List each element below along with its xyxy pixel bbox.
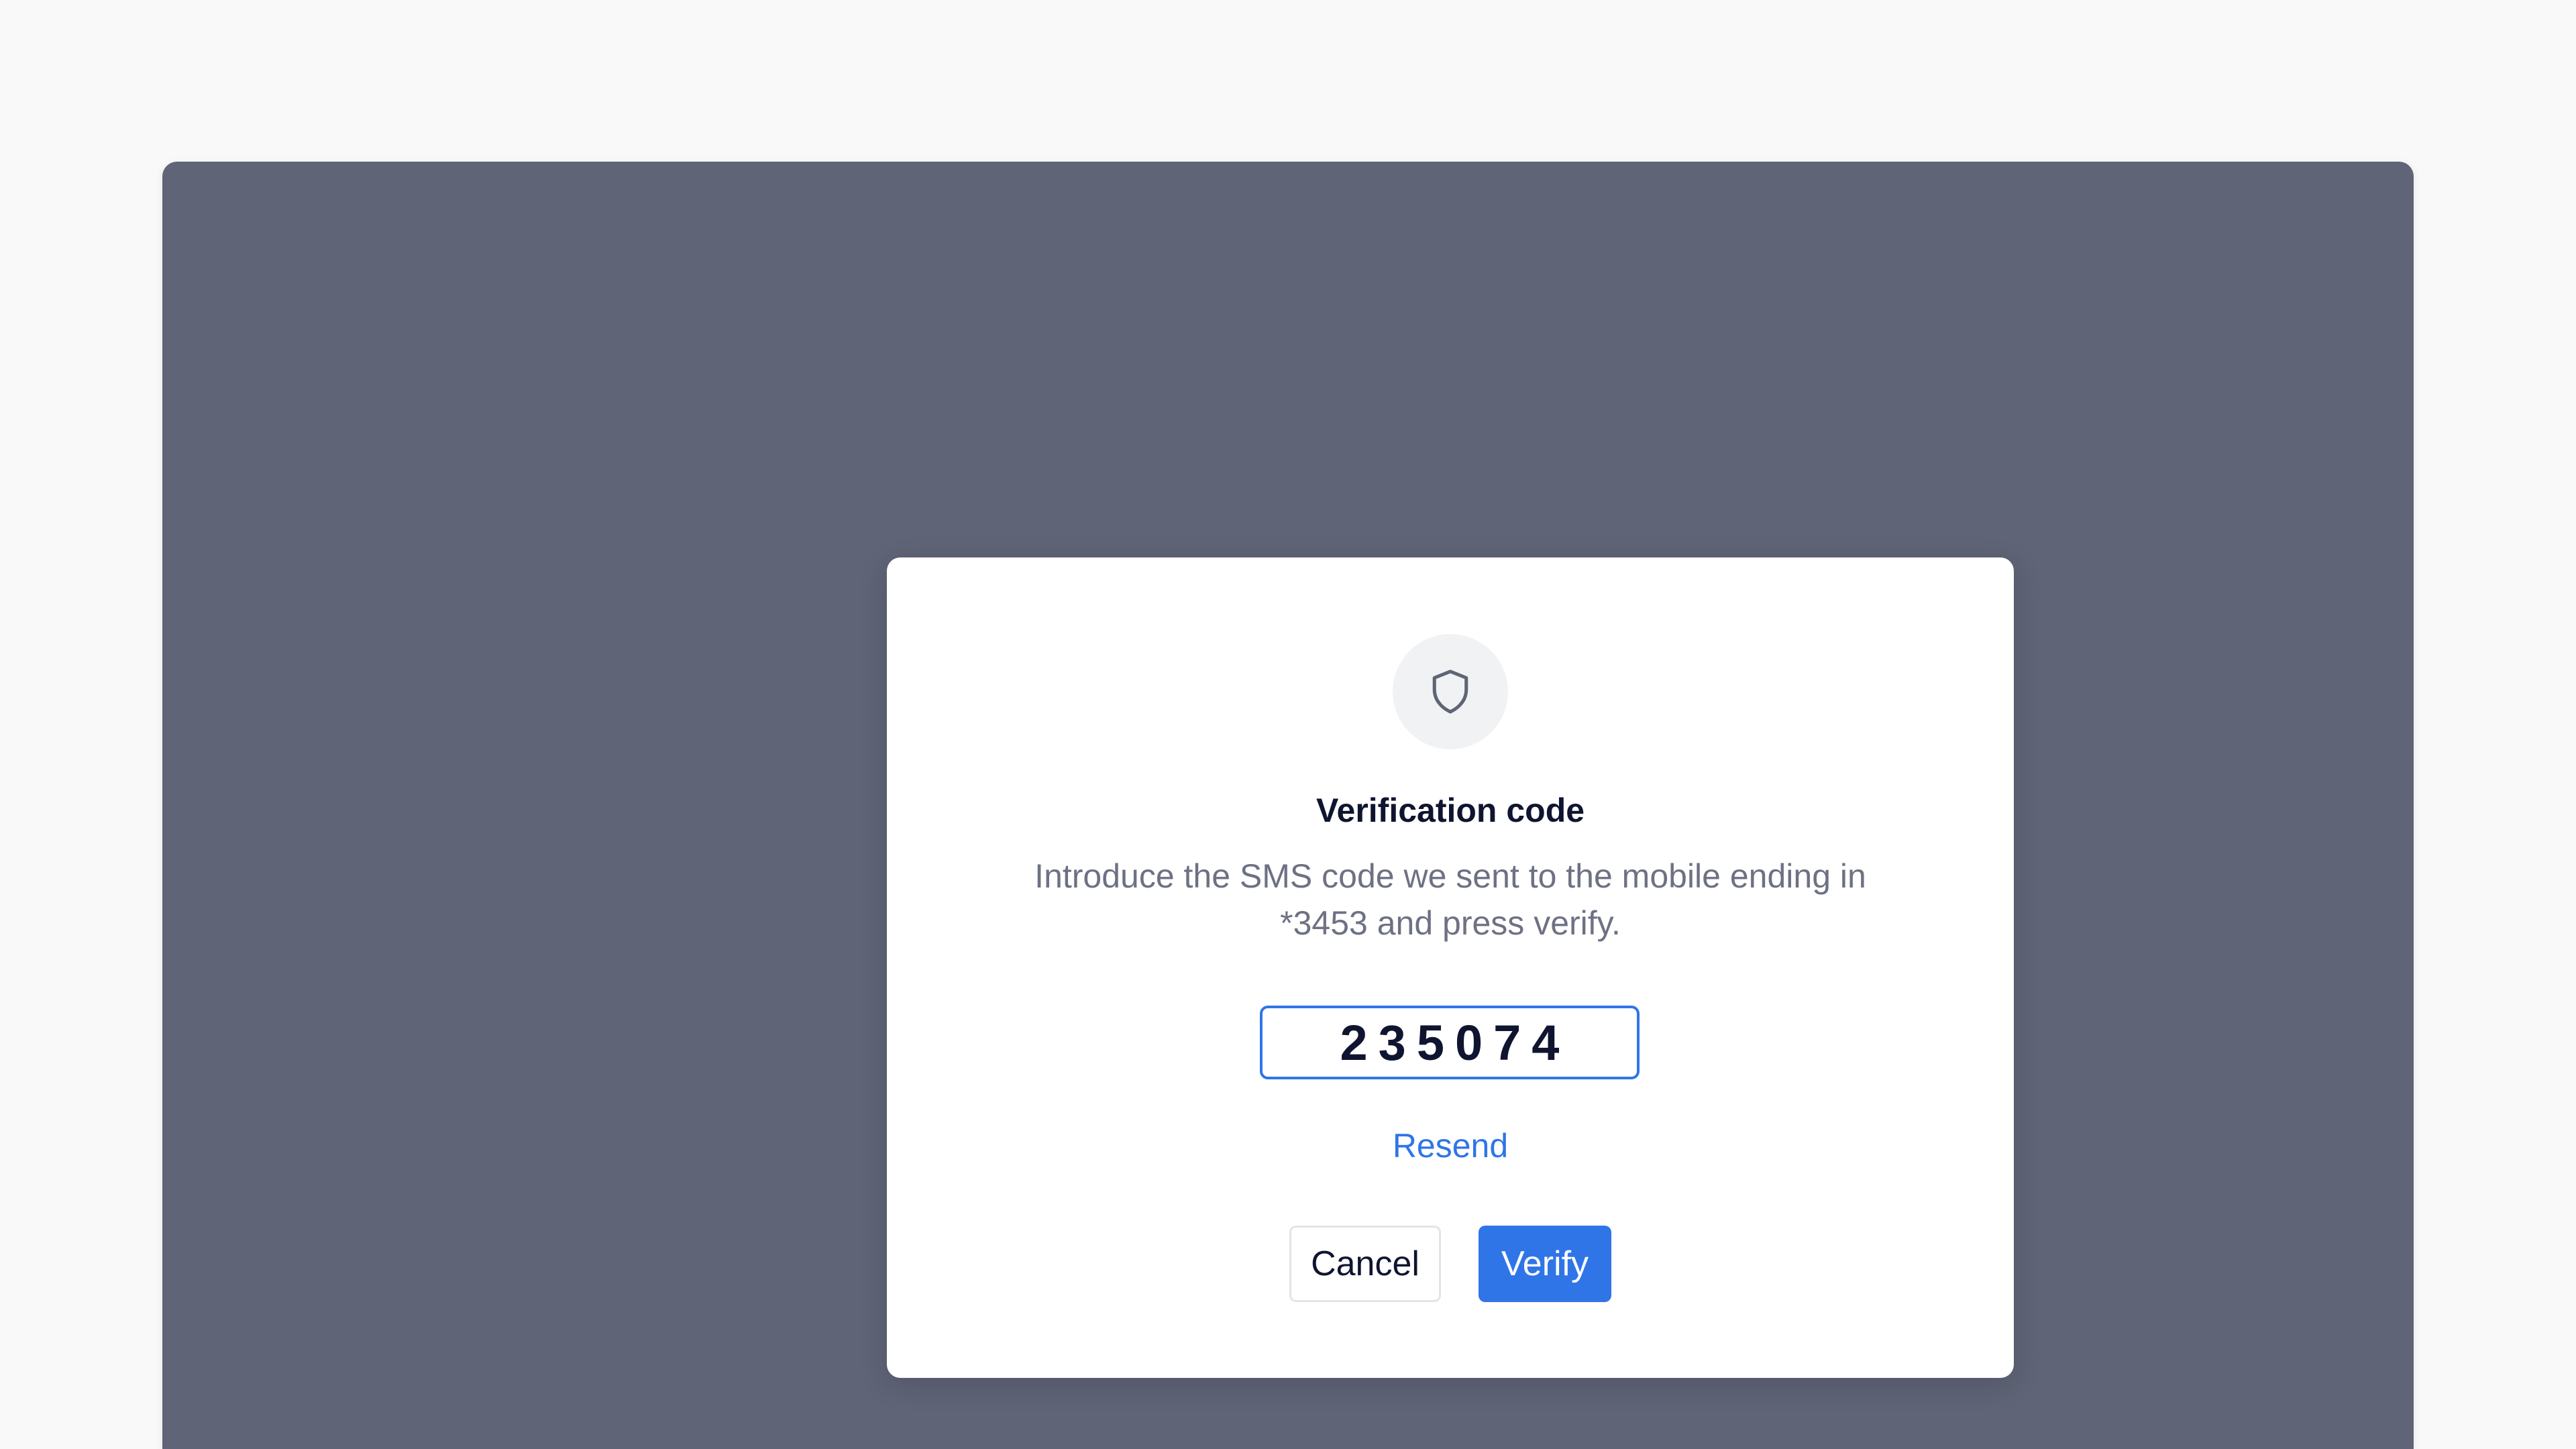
- app-window-overlay: Verification code Introduce the SMS code…: [162, 162, 2414, 1449]
- verification-dialog: Verification code Introduce the SMS code…: [887, 557, 2014, 1378]
- dialog-description: Introduce the SMS code we sent to the mo…: [1034, 857, 1866, 942]
- resend-link[interactable]: Resend: [887, 1122, 2014, 1169]
- verify-button[interactable]: Verify: [1479, 1226, 1611, 1302]
- shield-icon: [1432, 669, 1468, 714]
- dialog-title: Verification code: [1316, 792, 1585, 829]
- shield-icon-badge: [1393, 634, 1508, 749]
- cancel-button[interactable]: Cancel: [1289, 1226, 1441, 1302]
- verification-code-input[interactable]: [1260, 1006, 1640, 1079]
